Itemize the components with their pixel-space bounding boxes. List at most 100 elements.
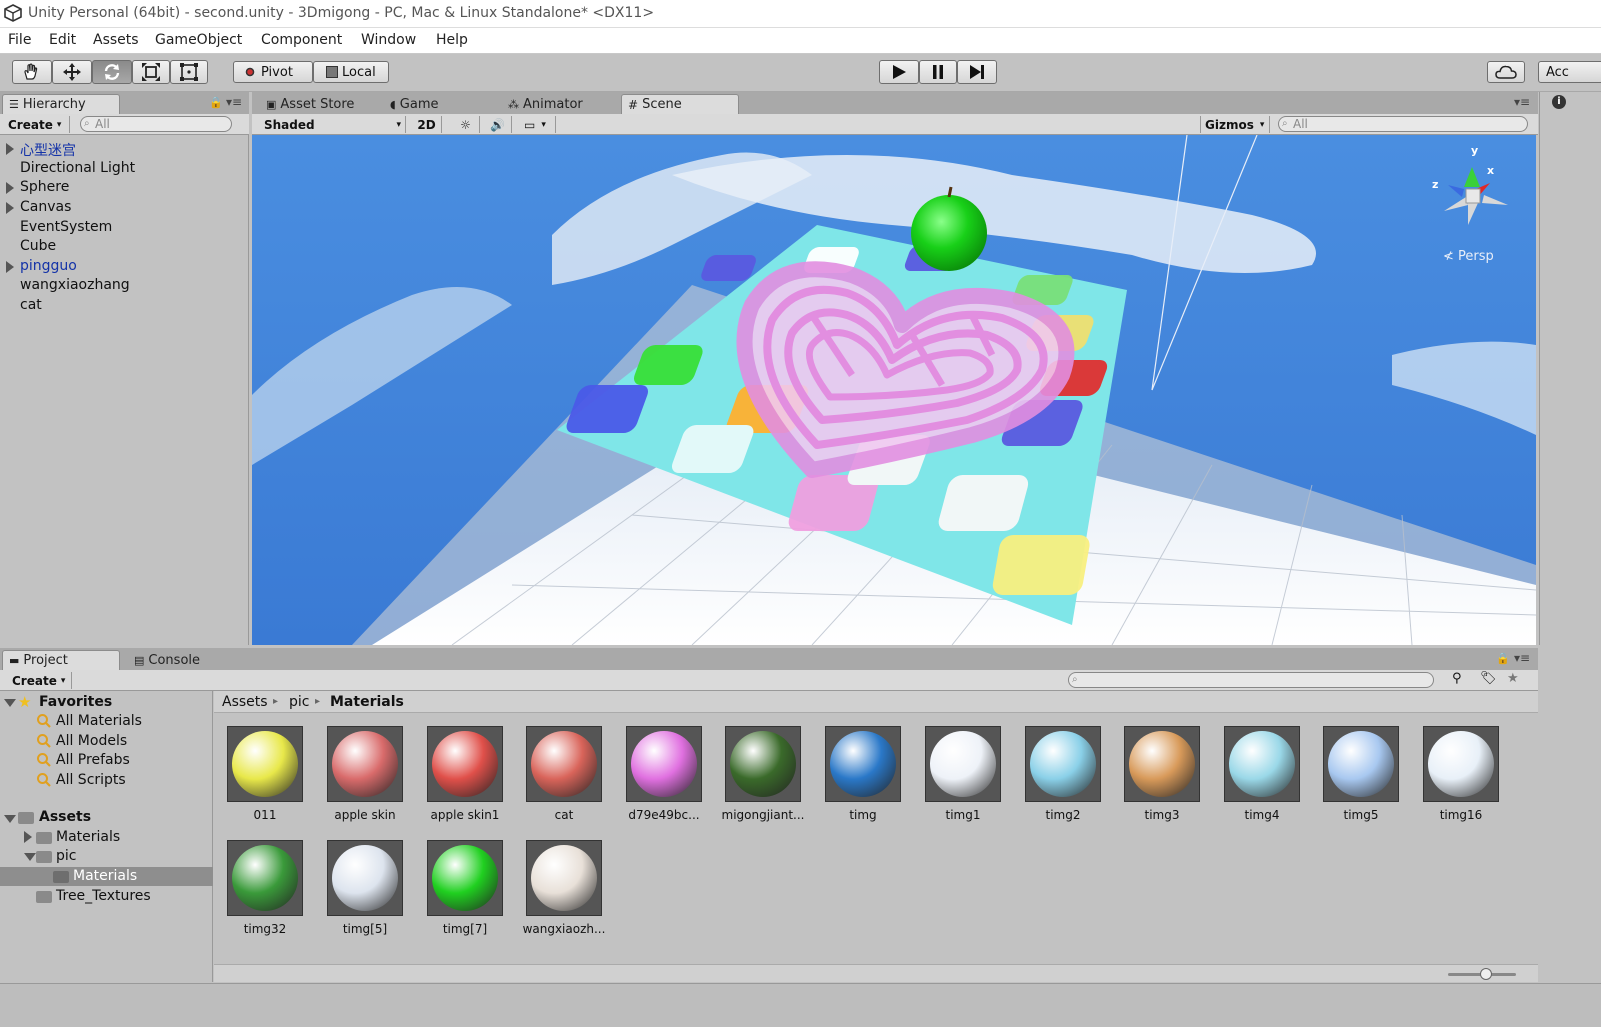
hierarchy-search-input[interactable]: ⌕ All <box>80 116 232 132</box>
filter-by-type-icon[interactable]: ⚲ <box>1452 671 1462 686</box>
lock-icon[interactable]: 🔒 <box>1496 652 1510 665</box>
search-filter-icon <box>37 773 51 787</box>
projection-mode-toggle[interactable]: ≮ Persp <box>1443 249 1494 264</box>
info-icon[interactable]: i <box>1552 95 1566 109</box>
hierarchy-item[interactable]: Canvas <box>20 199 71 215</box>
play-button[interactable] <box>879 60 919 84</box>
tab-scene[interactable]: # Scene <box>621 94 739 114</box>
asset-label: timg[7] <box>442 922 488 936</box>
hierarchy-tab-label: Hierarchy <box>22 97 86 112</box>
scene-viewport[interactable]: y x z ≮ Persp <box>252 135 1536 645</box>
orientation-gizmo-icon[interactable] <box>1428 145 1518 235</box>
hand-tool-button[interactable] <box>12 60 52 84</box>
pause-button[interactable] <box>919 60 957 84</box>
menu-edit[interactable]: Edit <box>49 32 76 48</box>
favorites-label[interactable]: Favorites <box>39 694 112 710</box>
collapse-arrow-icon[interactable] <box>4 699 16 707</box>
menu-help[interactable]: Help <box>436 32 468 48</box>
scene-audio-toggle[interactable]: 🔊 <box>484 116 512 133</box>
folder-item[interactable]: Materials <box>56 829 120 845</box>
favorite-item[interactable]: All Models <box>56 733 127 749</box>
breadcrumb: Assets ▸ pic ▸ Materials <box>214 691 1538 713</box>
tab-asset-store[interactable]: ▣ Asset Store <box>260 94 378 114</box>
expand-arrow-icon[interactable] <box>6 261 14 273</box>
expand-arrow-icon[interactable] <box>6 202 14 214</box>
hierarchy-item[interactable]: wangxiaozhang <box>20 277 130 293</box>
hierarchy-item[interactable]: 心型迷宫 <box>20 140 76 160</box>
step-button[interactable] <box>957 60 997 84</box>
panel-menu-icon[interactable]: ▾≡ <box>226 95 242 109</box>
tab-hierarchy[interactable]: ☰ Hierarchy <box>2 94 120 114</box>
tab-project[interactable]: ▬ Project <box>2 650 120 670</box>
material-preview <box>1323 726 1399 802</box>
project-create-dropdown[interactable]: Create ▾ <box>8 672 72 689</box>
asset-label: timg2 <box>1045 808 1081 822</box>
menu-window[interactable]: Window <box>361 32 416 48</box>
cloud-button[interactable] <box>1487 61 1525 83</box>
breadcrumb-separator-icon: ▸ <box>315 696 321 707</box>
scale-tool-button[interactable] <box>132 60 170 84</box>
hierarchy-item[interactable]: Cube <box>20 238 56 254</box>
menu-component[interactable]: Component <box>261 32 342 48</box>
hierarchy-item[interactable]: Directional Light <box>20 160 135 176</box>
shading-mode-dropdown[interactable]: Shaded ▾ <box>260 116 406 133</box>
tab-game[interactable]: ◖ Game <box>384 94 494 114</box>
collapse-arrow-icon[interactable] <box>24 853 36 861</box>
menu-gameobject[interactable]: GameObject <box>155 32 242 48</box>
dropdown-arrow-icon: ▾ <box>1259 119 1265 130</box>
tab-console[interactable]: ▤ Console <box>128 650 238 670</box>
filter-by-label-icon[interactable]: 🏷 <box>1480 671 1497 686</box>
folder-item-selected[interactable]: Materials <box>73 868 137 884</box>
favorite-item[interactable]: All Scripts <box>56 772 126 788</box>
assets-root-label[interactable]: Assets <box>39 809 91 825</box>
material-preview <box>427 840 503 916</box>
folder-item[interactable]: Tree_Textures <box>56 888 151 904</box>
panel-menu-icon[interactable]: ▾≡ <box>1514 95 1530 109</box>
gizmos-dropdown[interactable]: Gizmos ▾ <box>1200 116 1270 133</box>
expand-arrow-icon[interactable] <box>6 182 14 194</box>
expand-arrow-icon[interactable] <box>24 831 32 843</box>
rect-tool-button[interactable] <box>170 60 208 84</box>
rotate-tool-button[interactable] <box>92 60 132 84</box>
breadcrumb-item[interactable]: Assets <box>222 694 268 710</box>
scene-lighting-toggle[interactable]: ☼ <box>452 116 480 133</box>
asset-label: d79e49bc... <box>628 808 700 822</box>
hierarchy-item[interactable]: Sphere <box>20 179 69 195</box>
local-cube-icon <box>326 66 338 78</box>
asset-label: wangxiaozh... <box>522 922 606 936</box>
play-icon <box>893 65 906 79</box>
material-preview <box>327 726 403 802</box>
material-sphere-icon <box>1229 731 1295 797</box>
tab-animator[interactable]: ⁂ Animator <box>502 94 620 114</box>
favorite-star-icon[interactable]: ★ <box>1507 671 1519 686</box>
scene-search-input[interactable]: ⌕ All <box>1278 116 1528 132</box>
folder-icon <box>36 891 52 903</box>
collapse-arrow-icon[interactable] <box>4 815 16 823</box>
project-search-input[interactable]: ⌕ <box>1068 672 1434 688</box>
material-preview <box>427 726 503 802</box>
hierarchy-create-dropdown[interactable]: Create ▾ <box>4 116 70 133</box>
unity-logo-icon <box>4 4 22 22</box>
asset-label: timg1 <box>945 808 981 822</box>
move-tool-button[interactable] <box>52 60 92 84</box>
breadcrumb-item[interactable]: pic <box>289 694 309 710</box>
thumbnail-size-slider-handle[interactable] <box>1480 968 1492 980</box>
menu-assets[interactable]: Assets <box>93 32 139 48</box>
pivot-toggle-button[interactable]: Pivot <box>233 61 313 83</box>
expand-arrow-icon[interactable] <box>6 143 14 155</box>
favorite-item[interactable]: All Prefabs <box>56 752 130 768</box>
hierarchy-item[interactable]: cat <box>20 297 42 313</box>
favorite-item[interactable]: All Materials <box>56 713 142 729</box>
local-toggle-button[interactable]: Local <box>313 61 389 83</box>
panel-menu-icon[interactable]: ▾≡ <box>1514 651 1530 665</box>
folder-item[interactable]: pic <box>56 848 76 864</box>
mode-2d-toggle[interactable]: 2D <box>412 116 442 133</box>
hierarchy-item[interactable]: pingguo <box>20 258 77 274</box>
account-button[interactable]: Acc <box>1538 61 1601 83</box>
hierarchy-item[interactable]: EventSystem <box>20 219 112 235</box>
scene-effects-dropdown[interactable]: ▭ ▾ <box>520 116 556 133</box>
menu-file[interactable]: File <box>8 32 31 48</box>
breadcrumb-item-current[interactable]: Materials <box>330 694 404 710</box>
lock-icon[interactable]: 🔒 <box>209 96 223 109</box>
material-sphere-icon <box>930 731 996 797</box>
